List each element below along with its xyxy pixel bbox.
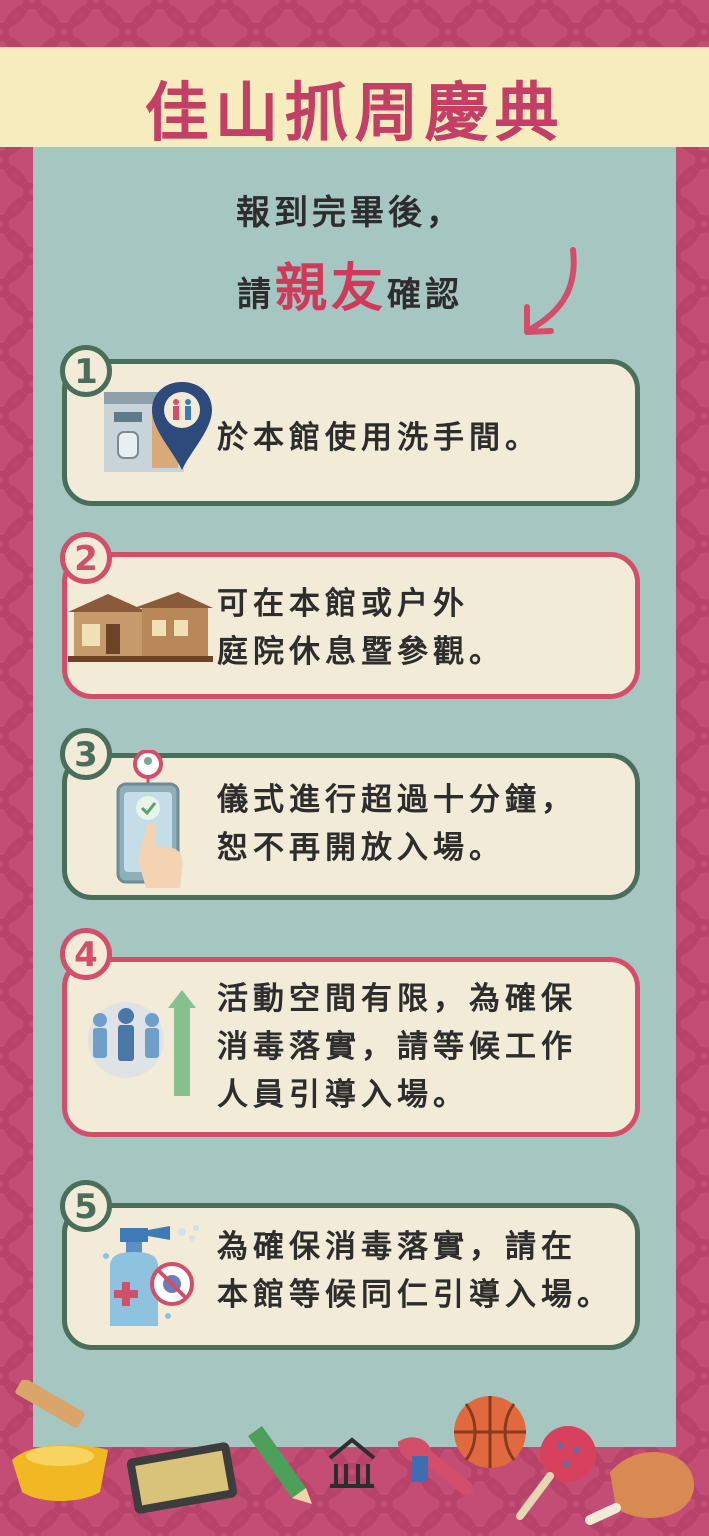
intro-accent: 親友	[274, 259, 387, 319]
step-2-text: 可在本館或户外 庭院休息暨參觀。	[217, 580, 505, 676]
step-3-text: 儀式進行超過十分鐘， 恕不再開放入場。	[217, 776, 577, 872]
intro-line-1: 報到完畢後，	[236, 193, 464, 233]
building-logo-icon	[328, 1437, 376, 1488]
intro-line-2: 請親友確認	[200, 246, 500, 321]
pencil-icon	[248, 1426, 312, 1504]
basketball-icon	[454, 1396, 526, 1468]
arrow-down-left-icon	[524, 247, 577, 335]
step-3-line-1: 儀式進行超過十分鐘，	[217, 782, 577, 818]
step-4-line-3: 人員引導入場。	[217, 1077, 469, 1113]
bottom-decoration	[12, 1380, 695, 1525]
chicken-leg-icon	[585, 1451, 695, 1525]
restroom-location-icon	[104, 382, 212, 472]
step-3-line-2: 恕不再開放入場。	[217, 830, 505, 866]
sanitizer-icon	[103, 1225, 199, 1326]
gold-ingot-icon	[12, 1444, 108, 1501]
step-1-line-1: 於本館使用洗手間。	[217, 420, 541, 456]
step-4-text: 活動空間有限，為確保 消毒落實，請等候工作 人員引導入場。	[217, 975, 577, 1119]
step-number-2: 2	[60, 532, 112, 584]
step-number-4: 4	[60, 928, 112, 980]
step-2-line-2: 庭院休息暨參觀。	[217, 634, 505, 670]
group-arrow-icon	[88, 990, 196, 1096]
intro-suffix: 確認	[387, 275, 463, 315]
step-5-line-1: 為確保消毒落實，請在	[217, 1229, 577, 1265]
step-4-line-2: 消毒落實，請等候工作	[217, 1029, 577, 1065]
ruler-icon	[15, 1380, 85, 1428]
step-5-line-2: 本館等候同仁引導入場。	[217, 1277, 613, 1313]
intro-prefix: 請	[236, 275, 275, 315]
step-4-line-1: 活動空間有限，為確保	[217, 981, 577, 1017]
step-number-3: 3	[60, 728, 112, 780]
page-title: 佳山抓周慶典	[144, 77, 565, 151]
rattle-icon	[516, 1426, 596, 1520]
step-2-line-1: 可在本館或户外	[217, 586, 469, 622]
building-icon	[68, 592, 213, 662]
step-5-text: 為確保消毒落實，請在 本館等候同仁引導入場。	[217, 1223, 613, 1319]
phone-checkin-icon	[116, 750, 183, 888]
step-1-text: 於本館使用洗手間。	[217, 414, 541, 462]
abacus-icon	[126, 1442, 238, 1514]
